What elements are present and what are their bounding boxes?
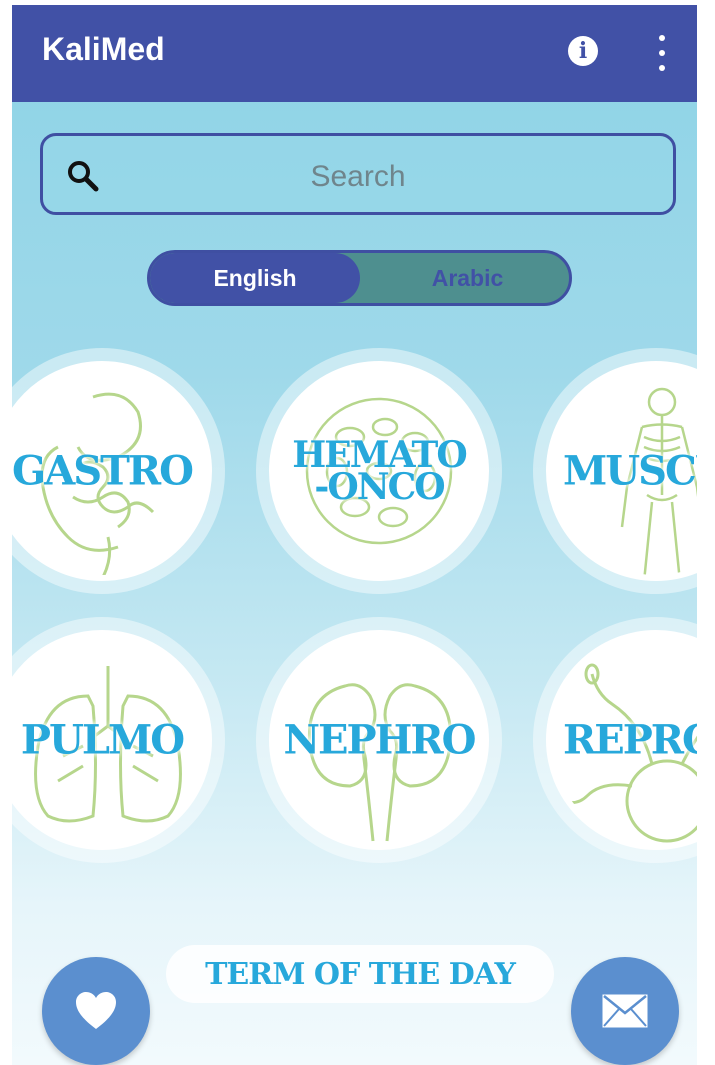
category-label: HEMATO -ONCO: [256, 437, 502, 505]
category-pulmo[interactable]: PULMO: [12, 617, 225, 863]
category-label: PULMO: [20, 716, 185, 764]
category-muscu[interactable]: MUSCU: [533, 348, 697, 594]
term-of-the-day-button[interactable]: TERM OF THE DAY: [166, 945, 554, 1003]
category-label: REPRO: [563, 716, 697, 764]
contact-button[interactable]: [571, 957, 679, 1065]
category-gastro[interactable]: GASTRO: [12, 348, 225, 594]
category-hemato-onco[interactable]: HEMATO -ONCO: [256, 348, 502, 594]
favorites-button[interactable]: [42, 957, 150, 1065]
category-label: NEPHRO: [283, 716, 476, 764]
mail-icon: [602, 994, 648, 1028]
language-toggle[interactable]: English Arabic: [147, 250, 572, 306]
category-label: GASTRO: [12, 447, 194, 495]
search-placeholder: Search: [310, 160, 406, 193]
search-input[interactable]: Search: [40, 133, 676, 215]
language-option-english[interactable]: English: [150, 253, 360, 303]
language-option-arabic[interactable]: Arabic: [360, 253, 569, 303]
more-options-icon[interactable]: [652, 33, 672, 73]
info-icon[interactable]: i: [568, 36, 598, 66]
app-bar: KaliMed i: [12, 5, 697, 102]
app-title: KaliMed: [42, 31, 165, 67]
category-label: MUSCU: [563, 447, 697, 495]
app-screen: KaliMed i Search English Arabic GASTRO H…: [12, 5, 697, 1065]
category-repro[interactable]: REPRO: [533, 617, 697, 863]
heart-icon: [76, 992, 116, 1029]
category-nephro[interactable]: NEPHRO: [256, 617, 502, 863]
